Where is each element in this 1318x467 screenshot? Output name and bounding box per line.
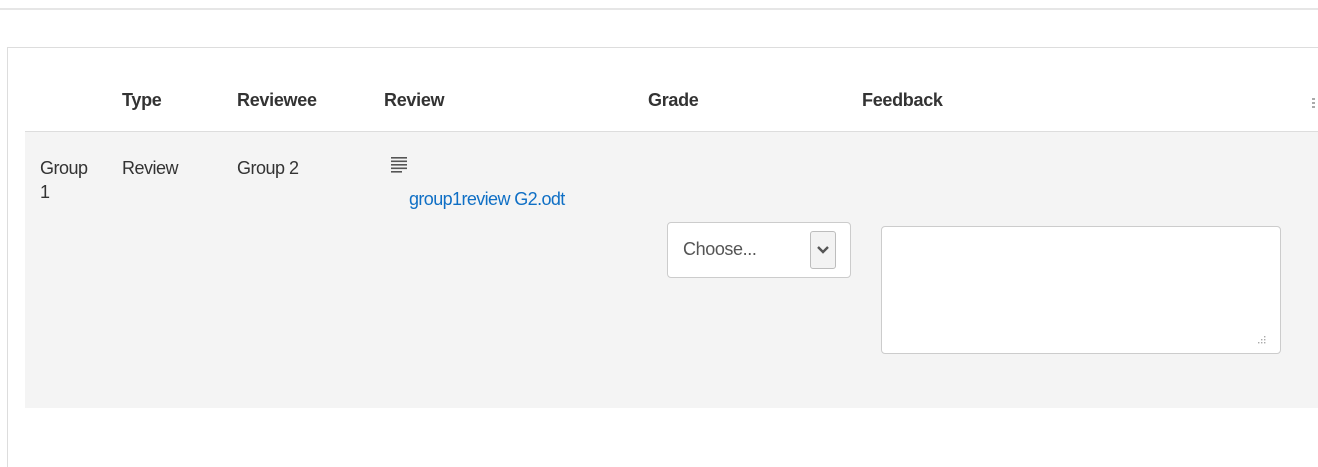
review-file-link[interactable]: group1review G2.odt xyxy=(409,189,565,210)
column-header-feedback: Feedback xyxy=(862,90,943,110)
top-divider xyxy=(0,8,1318,10)
resize-grip-icon[interactable] xyxy=(1255,332,1267,344)
table-header-row: Type Reviewee Review Grade Feedback xyxy=(18,85,1318,131)
column-header-grade: Grade xyxy=(648,90,699,110)
table-row: Group 1 Review Group 2 group1review G2.o… xyxy=(25,132,1318,408)
column-header-review: Review xyxy=(384,90,445,110)
column-header-reviewee: Reviewee xyxy=(237,90,317,110)
sort-icon xyxy=(1310,93,1318,111)
grade-select[interactable]: Choose... xyxy=(667,222,851,278)
grade-select-value: Choose... xyxy=(683,239,757,259)
column-header-type: Type xyxy=(122,90,162,110)
type-cell: Review xyxy=(122,158,179,178)
feedback-textarea[interactable] xyxy=(881,226,1281,354)
chevron-down-icon[interactable] xyxy=(810,231,836,269)
group-cell: Group 1 xyxy=(40,158,88,202)
reviewee-cell: Group 2 xyxy=(237,158,299,178)
document-lines-icon xyxy=(390,156,408,174)
